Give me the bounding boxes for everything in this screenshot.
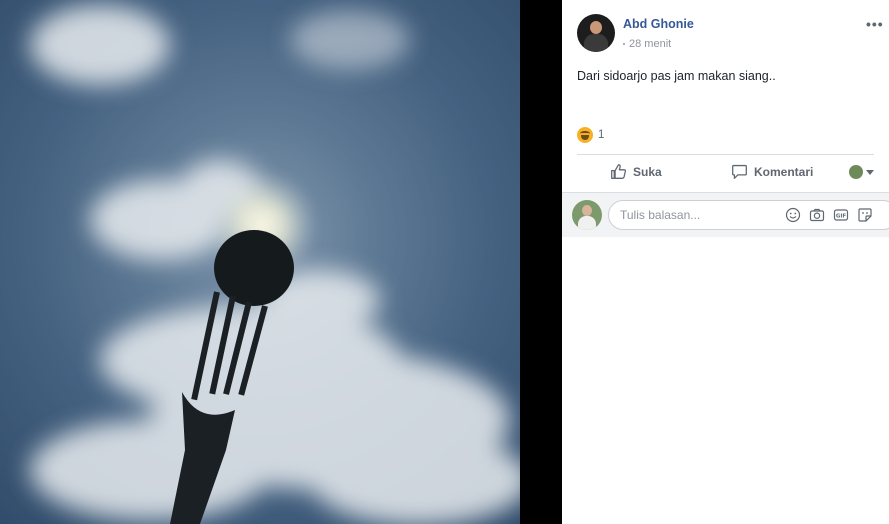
smiley-icon[interactable] (785, 207, 801, 223)
svg-text:GIF: GIF (836, 214, 847, 220)
post-photo[interactable] (0, 0, 520, 524)
author-avatar[interactable] (577, 14, 615, 52)
comment-icon (732, 164, 747, 179)
more-icon[interactable]: ••• (866, 16, 884, 32)
separator-dot (623, 43, 625, 45)
comment-placeholder: Tulis balasan... (620, 208, 701, 222)
comment-label: Komentari (754, 164, 814, 179)
chevron-down-icon (866, 169, 874, 175)
photo-fork-meatball-sky (0, 0, 520, 524)
post-side-panel: Abd Ghonie 28 menit ••• Dari sidoarjo pa… (562, 0, 889, 524)
sticker-icon[interactable] (857, 207, 873, 223)
like-button[interactable]: Suka (610, 163, 662, 180)
gif-icon[interactable]: GIF (833, 207, 849, 223)
post-text: Dari sidoarjo pas jam makan siang.. (577, 69, 776, 83)
composer-icons: GIF (785, 207, 873, 223)
action-bar: Suka Komentari (577, 158, 881, 188)
author-name[interactable]: Abd Ghonie (623, 17, 694, 31)
comment-button[interactable]: Komentari (731, 163, 813, 180)
divider (577, 154, 874, 155)
comment-composer: Tulis balasan... GIF (562, 192, 889, 237)
reaction-summary[interactable]: 1 (577, 127, 604, 143)
commenter-avatar (572, 200, 602, 230)
like-label: Suka (633, 164, 662, 179)
comment-input[interactable]: Tulis balasan... GIF (608, 200, 889, 230)
like-icon (611, 164, 627, 179)
reaction-count: 1 (598, 129, 605, 141)
identity-selector[interactable] (849, 165, 874, 179)
post-meta: 28 menit (623, 38, 671, 50)
photo-divider (520, 0, 562, 524)
camera-icon[interactable] (809, 207, 825, 223)
haha-icon (577, 127, 593, 143)
mini-avatar (849, 165, 863, 179)
post-time[interactable]: 28 menit (629, 38, 671, 50)
